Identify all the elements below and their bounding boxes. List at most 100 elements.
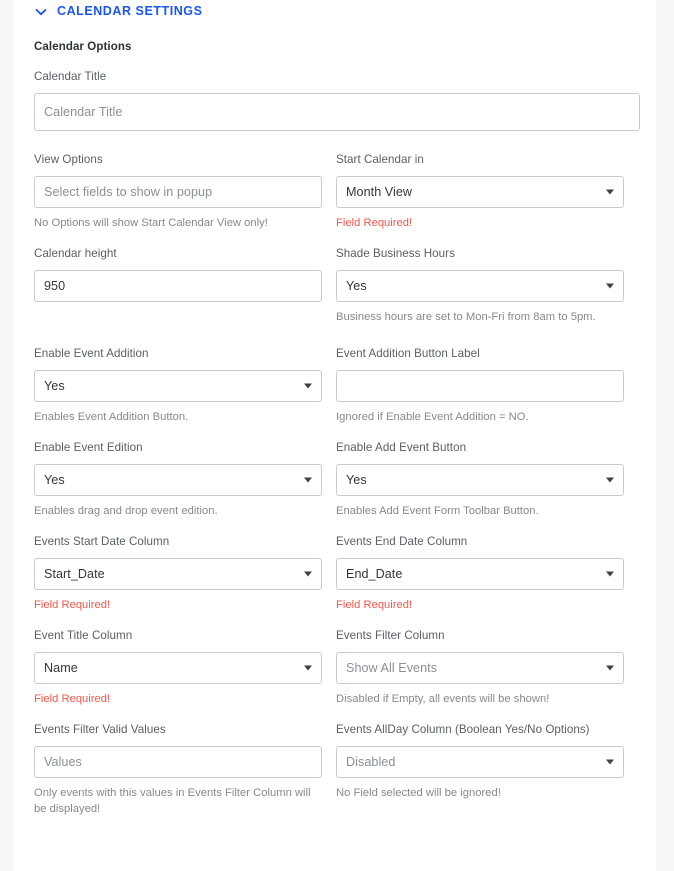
help-enable-event-edition: Enables drag and drop event edition. <box>34 505 218 517</box>
field-events-filter-column: Events Filter Column Show All Events Dis… <box>336 629 624 707</box>
section-title: CALENDAR SETTINGS <box>57 4 203 18</box>
error-events-end-date-column: Field Required! <box>336 599 413 611</box>
events-allday-column-select[interactable]: Disabled <box>336 746 624 778</box>
chevron-down-icon[interactable] <box>606 189 614 195</box>
help-events-filter-column: Disabled if Empty, all events will be sh… <box>336 693 550 705</box>
help-view-options: No Options will show Start Calendar View… <box>34 217 268 229</box>
enable-add-event-button-value: Yes <box>346 473 367 487</box>
field-label-event-title-column: Event Title Column <box>34 629 133 642</box>
field-label-events-start-date-column: Events Start Date Column <box>34 535 170 548</box>
field-label-start-calendar-in: Start Calendar in <box>336 153 424 166</box>
field-label-events-end-date-column: Events End Date Column <box>336 535 468 548</box>
form-row-view-options: View Options Select fields to show in po… <box>34 153 640 231</box>
enable-event-addition-select[interactable]: Yes <box>34 370 322 402</box>
field-calendar-title: Calendar Title Calendar Title <box>34 70 640 131</box>
chevron-down-icon[interactable] <box>304 665 312 671</box>
help-event-addition-button-label: Ignored if Enable Event Addition = NO. <box>336 411 529 423</box>
field-label-enable-add-event-button: Enable Add Event Button <box>336 441 467 454</box>
calendar-settings-panel: CALENDAR SETTINGS Calendar Options Calen… <box>14 0 656 871</box>
field-event-addition-button-label: Event Addition Button Label Ignored if E… <box>336 347 624 425</box>
error-event-title-column: Field Required! <box>34 693 111 705</box>
field-events-allday-column: Events AllDay Column (Boolean Yes/No Opt… <box>336 723 624 817</box>
events-filter-column-value: Show All Events <box>346 661 438 675</box>
view-options-input[interactable]: Select fields to show in popup <box>34 176 322 208</box>
chevron-down-icon[interactable] <box>34 5 48 19</box>
field-events-filter-valid-values: Events Filter Valid Values Values Only e… <box>34 723 322 817</box>
enable-event-edition-value: Yes <box>44 473 65 487</box>
event-title-column-value: Name <box>44 661 78 675</box>
events-allday-column-value: Disabled <box>346 755 396 769</box>
field-label-enable-event-edition: Enable Event Edition <box>34 441 143 454</box>
event-addition-button-label-input[interactable] <box>336 370 624 402</box>
calendar-height-value: 950 <box>44 279 66 293</box>
help-enable-event-addition: Enables Event Addition Button. <box>34 411 189 423</box>
events-filter-valid-values-placeholder: Values <box>44 755 82 769</box>
view-options-input-placeholder: Select fields to show in popup <box>44 185 213 199</box>
form-row-title-filter-columns: Event Title Column Name Field Required! … <box>34 629 640 707</box>
field-label-events-filter-valid-values: Events Filter Valid Values <box>34 723 166 736</box>
form-row-events-date-columns: Events Start Date Column Start_Date Fiel… <box>34 535 640 613</box>
start-calendar-in-select[interactable]: Month View <box>336 176 624 208</box>
chevron-down-icon[interactable] <box>606 283 614 289</box>
events-filter-valid-values-input[interactable]: Values <box>34 746 322 778</box>
field-events-start-date-column: Events Start Date Column Start_Date Fiel… <box>34 535 322 613</box>
calendar-settings-section-header[interactable]: CALENDAR SETTINGS <box>34 2 202 20</box>
form-row-filter-values-allday: Events Filter Valid Values Values Only e… <box>34 723 640 817</box>
chevron-down-icon[interactable] <box>606 477 614 483</box>
shade-business-hours-value: Yes <box>346 279 367 293</box>
calendar-options-group-title: Calendar Options <box>34 41 132 53</box>
field-enable-add-event-button: Enable Add Event Button Yes Enables Add … <box>336 441 624 519</box>
event-title-column-select[interactable]: Name <box>34 652 322 684</box>
chevron-down-icon[interactable] <box>304 571 312 577</box>
field-event-title-column: Event Title Column Name Field Required! <box>34 629 322 707</box>
events-start-date-column-select[interactable]: Start_Date <box>34 558 322 590</box>
field-enable-event-addition: Enable Event Addition Yes Enables Event … <box>34 347 322 425</box>
error-start-calendar-in: Field Required! <box>336 217 413 229</box>
field-label-enable-event-addition: Enable Event Addition <box>34 347 149 360</box>
form-row-enable-event-addition: Enable Event Addition Yes Enables Event … <box>34 347 640 425</box>
events-filter-column-select[interactable]: Show All Events <box>336 652 624 684</box>
chevron-down-icon[interactable] <box>606 759 614 765</box>
events-end-date-column-select[interactable]: End_Date <box>336 558 624 590</box>
chevron-down-icon[interactable] <box>606 665 614 671</box>
field-label-events-allday-column: Events AllDay Column (Boolean Yes/No Opt… <box>336 723 590 736</box>
settings-page: CALENDAR SETTINGS Calendar Options Calen… <box>0 0 674 871</box>
calendar-height-input[interactable]: 950 <box>34 270 322 302</box>
form-row-calendar-height: Calendar height 950 Shade Business Hours… <box>34 247 640 325</box>
help-enable-add-event-button: Enables Add Event Form Toolbar Button. <box>336 505 539 517</box>
form-row-enable-event-edition: Enable Event Edition Yes Enables drag an… <box>34 441 640 519</box>
field-calendar-height: Calendar height 950 <box>34 247 322 325</box>
field-start-calendar-in: Start Calendar in Month View Field Requi… <box>336 153 624 231</box>
field-view-options: View Options Select fields to show in po… <box>34 153 322 231</box>
enable-event-addition-value: Yes <box>44 379 65 393</box>
field-label-view-options: View Options <box>34 153 103 166</box>
chevron-down-icon[interactable] <box>304 477 312 483</box>
chevron-down-icon[interactable] <box>606 571 614 577</box>
field-label-calendar-height: Calendar height <box>34 247 117 260</box>
events-start-date-column-value: Start_Date <box>44 567 105 581</box>
shade-business-hours-select[interactable]: Yes <box>336 270 624 302</box>
chevron-down-icon[interactable] <box>304 383 312 389</box>
events-end-date-column-value: End_Date <box>346 567 403 581</box>
field-label-events-filter-column: Events Filter Column <box>336 629 445 642</box>
field-events-end-date-column: Events End Date Column End_Date Field Re… <box>336 535 624 613</box>
calendar-title-input-placeholder: Calendar Title <box>44 105 123 119</box>
help-shade-business-hours: Business hours are set to Mon-Fri from 8… <box>336 311 596 323</box>
enable-event-edition-select[interactable]: Yes <box>34 464 322 496</box>
enable-add-event-button-select[interactable]: Yes <box>336 464 624 496</box>
field-label-calendar-title: Calendar Title <box>34 70 107 83</box>
field-shade-business-hours: Shade Business Hours Yes Business hours … <box>336 247 624 325</box>
error-events-start-date-column: Field Required! <box>34 599 111 611</box>
field-label-shade-business-hours: Shade Business Hours <box>336 247 455 260</box>
help-events-filter-valid-values: Only events with this values in Events F… <box>34 787 311 815</box>
calendar-title-input[interactable]: Calendar Title <box>34 93 640 131</box>
calendar-options-form: Calendar Title Calendar Title View Optio… <box>34 70 640 817</box>
field-label-event-addition-button-label: Event Addition Button Label <box>336 347 480 360</box>
